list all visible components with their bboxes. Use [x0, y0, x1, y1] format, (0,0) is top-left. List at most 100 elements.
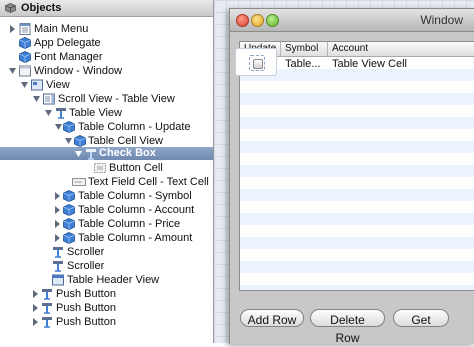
outline-label: Table Cell View: [88, 135, 164, 147]
minimize-window-button[interactable]: [251, 14, 264, 27]
outline-label: Table Column - Symbol: [78, 190, 192, 202]
cube-blue-icon: [63, 204, 75, 216]
table-view-icon: [56, 108, 66, 119]
disclosure-expanded-icon[interactable]: [74, 147, 83, 161]
close-window-button[interactable]: [236, 14, 249, 27]
window-icon: [19, 65, 31, 77]
get-button[interactable]: Get: [393, 309, 449, 327]
menu-icon: [19, 23, 31, 35]
outline-label: Window - Window: [34, 65, 123, 77]
disclosure-expanded-icon[interactable]: [44, 106, 53, 120]
column-header-account[interactable]: Account: [328, 42, 474, 56]
delete-row-button[interactable]: Delete Row: [310, 309, 385, 345]
cube-icon: [5, 3, 16, 13]
cube-blue-icon: [63, 232, 75, 244]
table-cell-symbol[interactable]: Table...: [285, 58, 320, 70]
disclosure-collapsed-icon[interactable]: [31, 287, 40, 301]
outline-label: Font Manager: [34, 51, 103, 63]
cube-blue-icon: [74, 135, 86, 147]
outline-row-table-header-view[interactable]: Table Header View: [0, 273, 213, 287]
outline-row-text-field-cell[interactable]: Text Field Cell - Text Cell: [0, 175, 213, 189]
checkbox-icon: [253, 59, 263, 69]
scroll-view-icon: [43, 93, 55, 105]
cube-blue-icon: [19, 51, 31, 63]
outline-label: Table Column - Price: [78, 218, 181, 230]
objects-panel-title: Objects: [21, 2, 62, 14]
disclosure-collapsed-icon[interactable]: [31, 315, 40, 329]
table-body[interactable]: Table... Table View Cell: [240, 57, 474, 290]
outline-label: Scroll View - Table View: [58, 93, 175, 105]
outline-row-app-delegate[interactable]: App Delegate: [0, 36, 213, 50]
outline-label: App Delegate: [34, 37, 101, 49]
outline-label: Push Button: [56, 316, 116, 328]
outline-label: Button Cell: [109, 162, 163, 174]
disclosure-expanded-icon[interactable]: [32, 92, 41, 106]
outline-label: Push Button: [56, 302, 116, 314]
button-cube-icon: [42, 289, 52, 300]
outline-row-table-column-amount[interactable]: Table Column - Amount: [0, 231, 213, 245]
disclosure-collapsed-icon[interactable]: [8, 22, 17, 36]
disclosure-expanded-icon[interactable]: [8, 64, 17, 78]
cell-icon: [94, 163, 106, 173]
disclosure-collapsed-icon[interactable]: [53, 203, 62, 217]
window-titlebar[interactable]: Window: [230, 9, 474, 32]
outline-row-font-manager[interactable]: Font Manager: [0, 50, 213, 64]
outline-label: Check Box: [99, 147, 156, 159]
table-cell-account[interactable]: Table View Cell: [332, 58, 407, 70]
column-header-symbol[interactable]: Symbol: [281, 42, 328, 56]
button-cube-icon: [86, 149, 96, 160]
outline-row-scroller[interactable]: Scroller: [0, 259, 213, 273]
outline-label: Table Header View: [67, 274, 160, 286]
cube-blue-icon: [19, 37, 31, 49]
outline-row-scroller[interactable]: Scroller: [0, 245, 213, 259]
outline-row-table-column-update[interactable]: Table Column - Update: [0, 120, 213, 134]
outline-row-table-column-account[interactable]: Table Column - Account: [0, 203, 213, 217]
disclosure-expanded-icon[interactable]: [54, 120, 63, 134]
text-field-icon: [72, 178, 86, 186]
outline-label: Table View: [69, 107, 122, 119]
button-cube-icon: [42, 303, 52, 314]
outline-label: Main Menu: [34, 23, 89, 35]
button-cube-icon: [42, 317, 52, 328]
disclosure-expanded-icon[interactable]: [20, 78, 29, 92]
outline-row-main-menu[interactable]: Main Menu: [0, 22, 213, 36]
disclosure-collapsed-icon[interactable]: [31, 301, 40, 315]
table-view[interactable]: Update Symbol Account Table... Table Vie…: [239, 41, 474, 291]
outline-row-table-cell-view[interactable]: Table Cell View: [0, 134, 213, 148]
objects-outline-panel: Objects Main Menu App Delegate Font Mana…: [0, 0, 214, 343]
outline-label: View: [46, 79, 70, 91]
button-cube-icon: [53, 261, 63, 272]
outline-label: Text Field Cell - Text Cell: [88, 176, 209, 188]
cube-blue-icon: [63, 218, 75, 230]
outline-label: Table Column - Amount: [78, 232, 193, 244]
button-cube-icon: [53, 247, 63, 258]
outline-row-button-cell[interactable]: Button Cell: [0, 161, 213, 175]
zoom-window-button[interactable]: [266, 14, 279, 27]
window-title: Window: [420, 13, 463, 27]
outline-row-push-button[interactable]: Push Button: [0, 287, 213, 301]
outline-row-table-view[interactable]: Table View: [0, 106, 213, 120]
outline-label: Push Button: [56, 288, 116, 300]
header-view-icon: [52, 274, 64, 286]
objects-panel-header: Objects: [0, 0, 213, 17]
outline-row-push-button[interactable]: Push Button: [0, 301, 213, 315]
outline-row-scroll-view[interactable]: Scroll View - Table View: [0, 92, 213, 106]
outline-row-push-button[interactable]: Push Button: [0, 315, 213, 329]
outline-row-table-column-symbol[interactable]: Table Column - Symbol: [0, 189, 213, 203]
check-box[interactable]: [249, 55, 265, 71]
disclosure-expanded-icon[interactable]: [64, 134, 73, 148]
outline-label: Scroller: [67, 246, 105, 258]
view-icon: [31, 79, 43, 91]
add-row-button[interactable]: Add Row: [240, 309, 304, 327]
outline-row-table-column-price[interactable]: Table Column - Price: [0, 217, 213, 231]
outline-label: Scroller: [67, 260, 105, 272]
outline-row-window[interactable]: Window - Window: [0, 64, 213, 78]
outline-row-check-box[interactable]: Check Box: [0, 147, 213, 160]
outline-label: Table Column - Update: [78, 121, 191, 133]
disclosure-collapsed-icon[interactable]: [53, 189, 62, 203]
cube-blue-icon: [63, 121, 75, 133]
disclosure-collapsed-icon[interactable]: [53, 231, 62, 245]
outline-label: Table Column - Account: [78, 204, 195, 216]
outline-row-view[interactable]: View: [0, 78, 213, 92]
disclosure-collapsed-icon[interactable]: [53, 217, 62, 231]
